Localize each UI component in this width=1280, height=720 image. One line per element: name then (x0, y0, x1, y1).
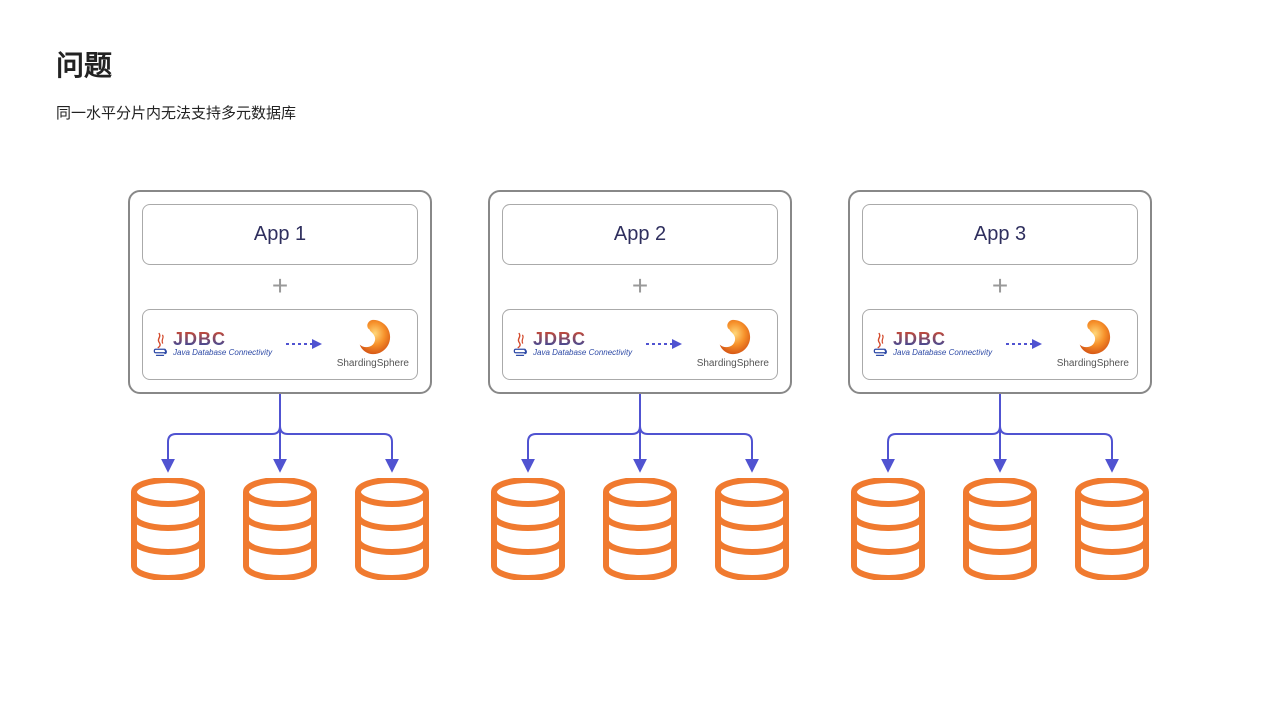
jdbc-text: JDBC Java Database Connectivity (173, 330, 272, 357)
shardingsphere-label: ShardingSphere (337, 358, 409, 369)
jdbc-main-label: JDBC (533, 330, 586, 348)
plus-icon: + (992, 269, 1008, 303)
dotted-arrow-icon (284, 338, 324, 350)
jdbc-box: JDBC Java Database Connectivity Sha (862, 309, 1138, 380)
diagram-groups: App 1 + JDBC Java Dat (0, 190, 1280, 580)
database-icon (960, 478, 1040, 580)
app-label-box: App 3 (862, 204, 1138, 265)
app-group-2: App 2 + JDBC Java Dat (488, 190, 792, 580)
database-icon (488, 478, 568, 580)
app-label: App 3 (974, 223, 1026, 245)
app-group-3: App 3 + JDBC Java Dat (848, 190, 1152, 580)
database-row (128, 478, 432, 580)
jdbc-left: JDBC Java Database Connectivity (151, 330, 272, 358)
app-label: App 1 (254, 223, 306, 245)
database-icon (712, 478, 792, 580)
jdbc-box: JDBC Java Database Connectivity Sha (502, 309, 778, 380)
plus-icon: + (632, 269, 648, 303)
jdbc-left: JDBC Java Database Connectivity (871, 330, 992, 358)
database-icon (352, 478, 432, 580)
page-subtitle: 同一水平分片内无法支持多元数据库 (56, 102, 1224, 123)
app-frame: App 3 + JDBC Java Dat (848, 190, 1152, 394)
app-label-box: App 2 (502, 204, 778, 265)
database-row (488, 478, 792, 580)
database-icon (240, 478, 320, 580)
shardingsphere-block: ShardingSphere (1057, 318, 1129, 369)
java-cup-icon (151, 330, 169, 358)
database-row (848, 478, 1152, 580)
jdbc-text: JDBC Java Database Connectivity (533, 330, 632, 357)
connector-arrows (848, 394, 1152, 478)
shardingsphere-label: ShardingSphere (697, 358, 769, 369)
slide: 问题 同一水平分片内无法支持多元数据库 App 1 + (0, 0, 1280, 720)
app-label-box: App 1 (142, 204, 418, 265)
app-group-1: App 1 + JDBC Java Dat (128, 190, 432, 580)
app-frame: App 1 + JDBC Java Dat (128, 190, 432, 394)
database-icon (1072, 478, 1152, 580)
dotted-arrow-icon (1004, 338, 1044, 350)
shardingsphere-label: ShardingSphere (1057, 358, 1129, 369)
jdbc-left: JDBC Java Database Connectivity (511, 330, 632, 358)
shardingsphere-logo-icon (714, 318, 752, 356)
shardingsphere-block: ShardingSphere (337, 318, 409, 369)
shardingsphere-logo-icon (354, 318, 392, 356)
java-cup-icon (871, 330, 889, 358)
plus-icon: + (272, 269, 288, 303)
jdbc-sub-label: Java Database Connectivity (173, 349, 272, 357)
jdbc-main-label: JDBC (173, 330, 226, 348)
database-icon (848, 478, 928, 580)
database-icon (128, 478, 208, 580)
jdbc-sub-label: Java Database Connectivity (893, 349, 992, 357)
shardingsphere-block: ShardingSphere (697, 318, 769, 369)
page-title: 问题 (56, 44, 1224, 84)
dotted-arrow-icon (644, 338, 684, 350)
shardingsphere-logo-icon (1074, 318, 1112, 356)
java-cup-icon (511, 330, 529, 358)
database-icon (600, 478, 680, 580)
jdbc-box: JDBC Java Database Connectivity (142, 309, 418, 380)
jdbc-main-label: JDBC (893, 330, 946, 348)
jdbc-text: JDBC Java Database Connectivity (893, 330, 992, 357)
jdbc-sub-label: Java Database Connectivity (533, 349, 632, 357)
app-frame: App 2 + JDBC Java Dat (488, 190, 792, 394)
connector-arrows (488, 394, 792, 478)
connector-arrows (128, 394, 432, 478)
app-label: App 2 (614, 223, 666, 245)
